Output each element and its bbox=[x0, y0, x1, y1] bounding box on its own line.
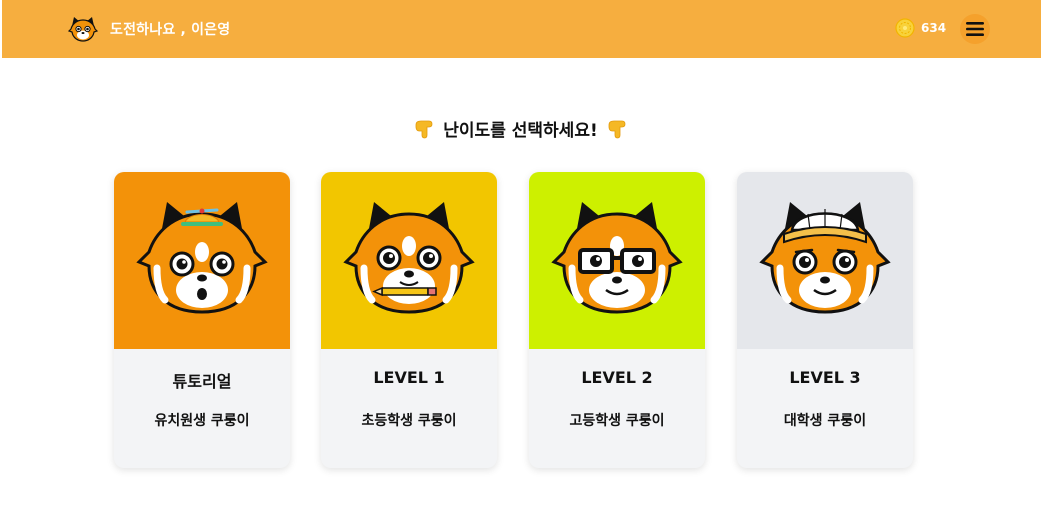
difficulty-prompt: 난이도를 선택하세요! bbox=[0, 116, 1041, 141]
level-card-3[interactable]: LEVEL 3 대학생 쿠룽이 bbox=[737, 172, 913, 468]
card-title: LEVEL 1 bbox=[373, 368, 445, 387]
pointing-down-hand-icon bbox=[608, 120, 626, 138]
top-nav-bar: 도전하나요 , 이은영 634 bbox=[2, 0, 1041, 58]
level-select-page: 도전하나요 , 이은영 634 난이도를 선택하세요! 튜토리얼 유치원생 쿠룽… bbox=[0, 0, 1041, 526]
level-card-1[interactable]: LEVEL 1 초등학생 쿠룽이 bbox=[321, 172, 497, 468]
card-title: 튜토리얼 bbox=[172, 372, 232, 391]
card-subtitle: 초등학생 쿠룽이 bbox=[361, 413, 457, 429]
hamburger-menu-icon bbox=[966, 22, 984, 36]
card-art bbox=[529, 172, 705, 349]
card-art bbox=[737, 172, 913, 349]
level-card-2[interactable]: LEVEL 2 고등학생 쿠룽이 bbox=[529, 172, 705, 468]
brand[interactable]: 도전하나요 , 이은영 bbox=[68, 14, 230, 44]
red-panda-cap-icon bbox=[759, 201, 891, 314]
red-panda-logo-icon bbox=[68, 17, 98, 42]
card-title: LEVEL 3 bbox=[789, 368, 861, 387]
card-subtitle: 유치원생 쿠룽이 bbox=[154, 413, 250, 429]
card-art bbox=[321, 172, 497, 349]
card-art bbox=[114, 172, 290, 349]
red-panda-pencil-icon bbox=[343, 201, 475, 314]
card-title: LEVEL 2 bbox=[581, 368, 653, 387]
level-card-list: 튜토리얼 유치원생 쿠룽이 LEVEL 1 초등학생 쿠룽이 LEVEL 2 고… bbox=[114, 172, 914, 468]
card-subtitle: 고등학생 쿠룽이 bbox=[569, 413, 665, 429]
prompt-text: 난이도를 선택하세요! bbox=[443, 121, 598, 141]
coin-balance: 634 bbox=[895, 18, 946, 38]
greeting-text: 도전하나요 , 이은영 bbox=[110, 22, 231, 38]
pointing-down-hand-icon bbox=[415, 120, 433, 138]
coin-icon bbox=[895, 18, 915, 38]
red-panda-propeller-hat-icon bbox=[136, 201, 268, 314]
coin-count: 634 bbox=[921, 21, 947, 35]
card-subtitle: 대학생 쿠룽이 bbox=[783, 413, 867, 429]
red-panda-glasses-icon bbox=[551, 201, 683, 314]
level-card-tutorial[interactable]: 튜토리얼 유치원생 쿠룽이 bbox=[114, 172, 290, 468]
menu-button[interactable] bbox=[960, 14, 990, 44]
